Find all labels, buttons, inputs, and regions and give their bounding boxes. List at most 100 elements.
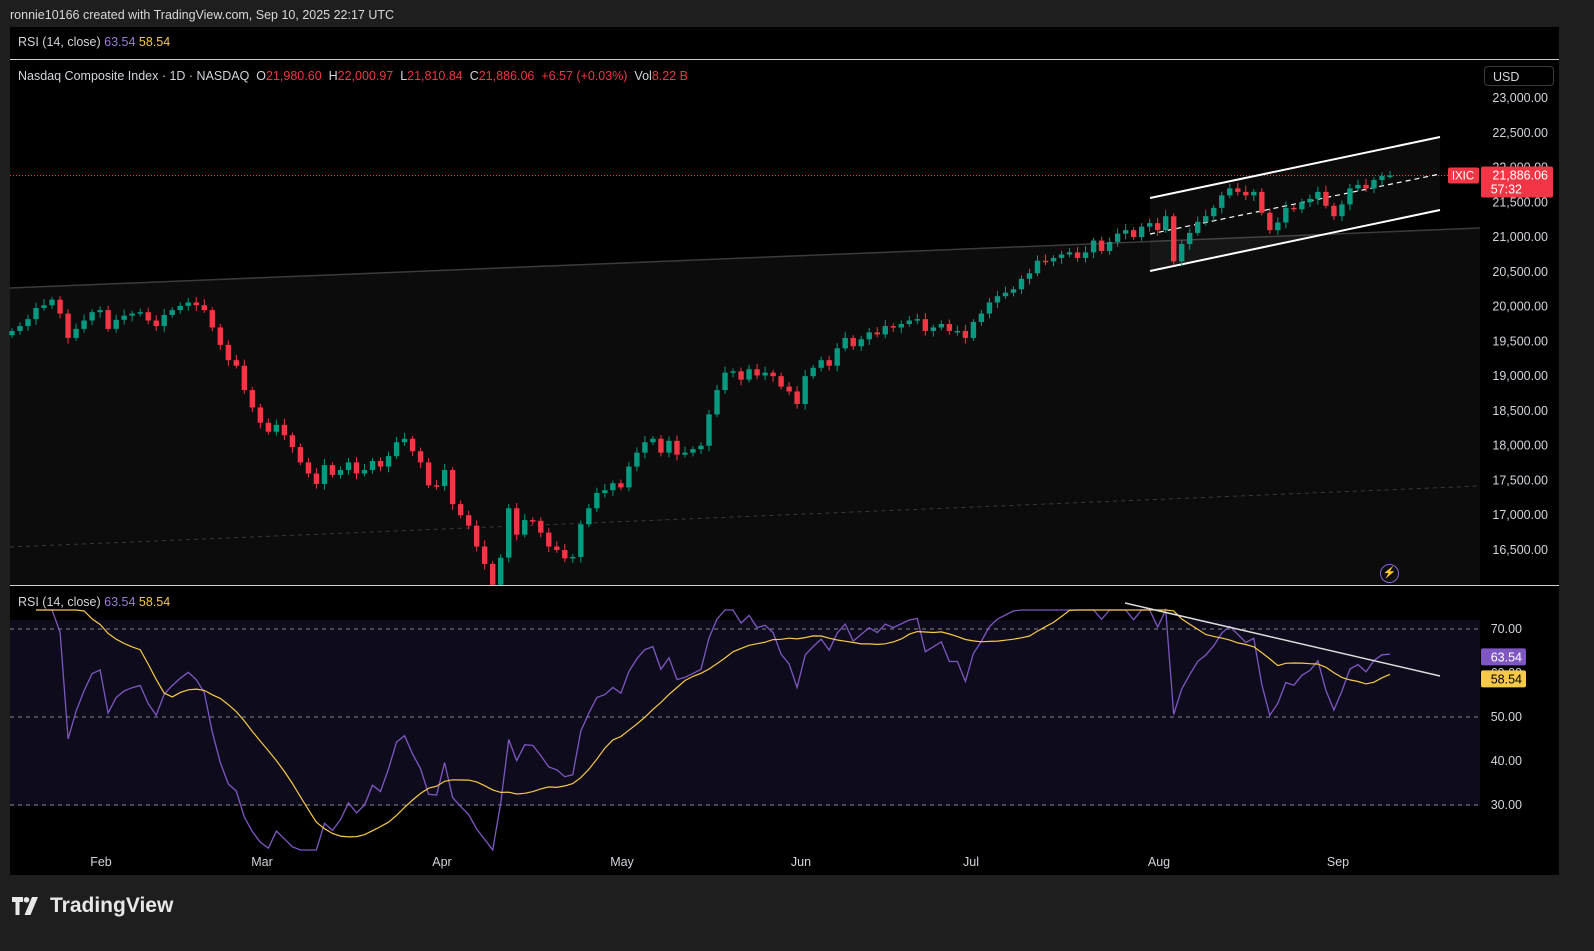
time-axis-label: Jul xyxy=(963,855,979,869)
candle-body xyxy=(898,324,904,328)
candle-body xyxy=(17,326,23,331)
time-axis-label: May xyxy=(610,855,634,869)
candle xyxy=(1170,213,1177,266)
candle-body xyxy=(337,470,344,475)
candle-body xyxy=(185,302,191,306)
price-axis-label: 19,500.00 xyxy=(1492,334,1548,348)
candle-body xyxy=(345,462,352,471)
candle-body xyxy=(1331,205,1337,217)
candle-body xyxy=(281,424,288,436)
time-axis-label: Sep xyxy=(1327,855,1349,869)
candle-body xyxy=(754,369,760,376)
candle-body xyxy=(25,319,31,327)
candle-body xyxy=(802,376,808,404)
candle xyxy=(578,520,584,563)
candle-body xyxy=(385,456,392,467)
candle-body xyxy=(241,365,248,391)
candle-body xyxy=(1106,241,1113,251)
candle-body xyxy=(1251,191,1257,196)
candle-body xyxy=(722,372,728,391)
candle xyxy=(449,467,456,510)
candle-body xyxy=(978,313,985,322)
tradingview-logo-icon xyxy=(12,897,38,915)
chart-canvas[interactable]: 23,000.0022,500.0022,000.0021,500.0021,0… xyxy=(0,0,1594,951)
candle-body xyxy=(1066,252,1073,255)
candle-body xyxy=(1195,221,1201,233)
candle-body xyxy=(433,485,440,487)
candle-body xyxy=(121,315,127,320)
rsi-axis-label: 50.00 xyxy=(1491,710,1522,724)
candle-body xyxy=(369,460,376,471)
candle xyxy=(1138,223,1145,241)
candle-body xyxy=(1379,175,1385,181)
candle-body xyxy=(145,312,151,321)
candle-body xyxy=(842,337,848,349)
candle-body xyxy=(1387,175,1393,177)
candle-body xyxy=(554,546,560,550)
pane-separator-rsi[interactable] xyxy=(10,585,1559,586)
candle-body xyxy=(1002,292,1009,297)
candle-body xyxy=(930,327,937,331)
candle xyxy=(1130,227,1137,240)
candle-body xyxy=(506,508,512,558)
candle-body xyxy=(770,372,776,377)
candle-body xyxy=(193,302,199,306)
tradingview-logo[interactable]: TradingView xyxy=(12,894,173,918)
price-axis-label: 17,500.00 xyxy=(1492,473,1548,487)
lightning-icon[interactable]: ⚡ xyxy=(1380,564,1399,583)
candle-body xyxy=(1018,278,1025,290)
candle-body xyxy=(1203,216,1209,222)
candle-body xyxy=(401,438,408,443)
candle-body xyxy=(1243,191,1249,196)
candle-body xyxy=(481,546,488,564)
candle-body xyxy=(1371,180,1377,189)
candle-body xyxy=(313,473,320,484)
candle-body xyxy=(1275,222,1281,231)
candle-body xyxy=(441,470,448,487)
candle-body xyxy=(1347,188,1353,205)
candle-body xyxy=(1170,216,1177,262)
candle-body xyxy=(41,305,47,309)
candle xyxy=(706,409,712,452)
candle-body xyxy=(794,391,800,404)
brand-name: TradingView xyxy=(50,894,174,917)
candle xyxy=(506,503,512,563)
rsi-legend[interactable]: RSI (14, close) 63.54 58.54 xyxy=(18,595,170,609)
candle-body xyxy=(305,462,312,474)
candle-body xyxy=(1010,289,1017,293)
candle-body xyxy=(209,310,215,328)
candle-body xyxy=(153,320,159,327)
candle-body xyxy=(1267,212,1273,231)
candle-body xyxy=(890,326,896,328)
time-axis-label: Apr xyxy=(432,855,451,869)
rsi-label: RSI (14, close) xyxy=(18,595,101,609)
candle-body xyxy=(473,525,480,547)
candle-body xyxy=(233,360,240,366)
candle-body xyxy=(1187,232,1193,245)
candle-body xyxy=(730,371,736,373)
candle-body xyxy=(698,445,704,450)
candle-body xyxy=(610,483,616,491)
candle-body xyxy=(65,313,71,338)
candle-body xyxy=(297,447,304,463)
price-axis-label: 18,500.00 xyxy=(1492,404,1548,418)
candle-body xyxy=(818,360,824,368)
candle-body xyxy=(738,371,744,380)
candle-body xyxy=(858,339,864,347)
candle-body xyxy=(834,348,840,366)
candle-body xyxy=(746,369,752,380)
candle-body xyxy=(850,337,856,347)
candle-body xyxy=(1034,260,1041,274)
candle-body xyxy=(1355,184,1361,189)
candle-body xyxy=(393,442,400,457)
candle-body xyxy=(1299,202,1305,210)
candle-body xyxy=(1363,184,1369,189)
price-axis-label: 16,500.00 xyxy=(1492,543,1548,557)
candle-body xyxy=(329,465,336,475)
candle-body xyxy=(666,440,672,453)
candle-body xyxy=(650,438,656,443)
candle-body xyxy=(289,435,296,448)
candle-body xyxy=(514,508,520,535)
candle-body xyxy=(1058,254,1065,258)
candle-body xyxy=(377,460,384,467)
